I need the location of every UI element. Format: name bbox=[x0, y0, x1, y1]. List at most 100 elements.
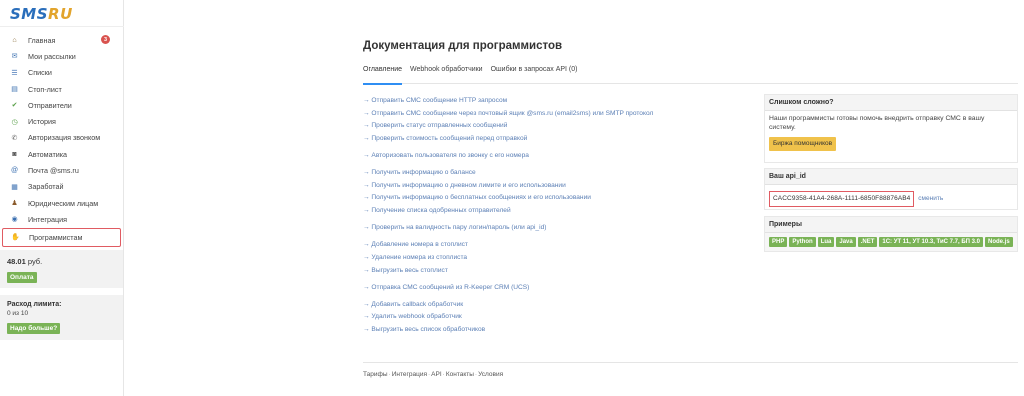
tab[interactable]: Ошибки в запросах API (0) bbox=[491, 64, 578, 84]
sidebar-item[interactable]: @ Почта @sms.ru bbox=[0, 162, 123, 178]
api-id-panel-title: Ваш api_id bbox=[765, 169, 1017, 185]
balance-amount: 48.01 руб. bbox=[7, 257, 116, 266]
footer-link[interactable]: Условия bbox=[478, 371, 503, 378]
doc-link[interactable]: → Получение списка одобренных отправител… bbox=[363, 205, 753, 218]
sidebar-item[interactable]: ✔ Отправители bbox=[0, 97, 123, 113]
sidebar-item-label: Интеграция bbox=[28, 214, 67, 224]
sidebar-item-label: Заработай bbox=[28, 182, 64, 192]
logo[interactable]: SMSRU bbox=[10, 5, 73, 23]
person-icon: ♟ bbox=[11, 200, 18, 208]
sidebar-item[interactable]: ✉ Мои рассылки bbox=[0, 48, 123, 64]
api-id-panel-body: CACC9358-41A4-268A-1111-6850F88876AB4 см… bbox=[765, 185, 1017, 209]
doc-link[interactable]: → Выгрузить весь стоплист bbox=[363, 265, 753, 278]
more-limit-button[interactable]: Надо больше? bbox=[7, 323, 61, 334]
footer-links: Тарифы·Интеграция·API·Контакты·Условия bbox=[363, 371, 503, 378]
doc-link[interactable]: → Получить информацию о балансе bbox=[363, 167, 753, 180]
home-icon: ⌂ bbox=[12, 36, 17, 44]
balance-value: 48.01 bbox=[7, 257, 26, 266]
doc-link[interactable]: → Отправка СМС сообщений из R-Keeper CRM… bbox=[363, 282, 753, 295]
footer-separator: · bbox=[428, 371, 431, 378]
example-button[interactable]: .NET bbox=[857, 237, 878, 247]
help-panel-body: Наши программисты готовы помочь внедрить… bbox=[765, 111, 1017, 162]
sidebar-item[interactable]: ◉ Интеграция bbox=[0, 211, 123, 227]
sidebar-item[interactable]: ☰ Списки bbox=[0, 65, 123, 81]
main-content: Документация для программистов Оглавлени… bbox=[363, 0, 1018, 396]
example-button[interactable]: Java bbox=[836, 237, 856, 247]
api-id-panel: Ваш api_id CACC9358-41A4-268A-1111-6850F… bbox=[764, 168, 1018, 210]
doc-link[interactable]: → Отправить СМС сообщение HTTP запросом bbox=[363, 95, 753, 108]
limit-box: Расход лимита: 0 из 10 Надо больше? bbox=[0, 295, 123, 340]
doc-link[interactable]: → Получить информацию о бесплатных сообщ… bbox=[363, 192, 753, 205]
help-panel-title: Слишком сложно? bbox=[765, 95, 1017, 111]
doc-link[interactable]: → Проверить статус отправленных сообщени… bbox=[363, 120, 753, 133]
sidebar-item[interactable]: ▤ Стоп-лист bbox=[0, 81, 123, 97]
tabs: Оглавление Webhook обработчики Ошибки в за… bbox=[363, 64, 1018, 85]
sidebar-item[interactable]: ▦ Заработай bbox=[0, 179, 123, 195]
tab[interactable]: Оглавление bbox=[363, 64, 403, 85]
doc-link[interactable]: → Проверить на валидность пару логин/пар… bbox=[363, 222, 753, 235]
sidebar-item[interactable]: ♟ Юридическим лицам bbox=[0, 195, 123, 211]
sidebar-item-label: Стоп-лист bbox=[28, 84, 62, 94]
sidebar: SMSRU ⌂ Главная 3 ✉ Мои рассылки ☰ Списки ▤ Стоп… bbox=[0, 0, 124, 396]
phone-icon: ✆ bbox=[11, 134, 18, 142]
doc-link[interactable]: → Удалить webhook обработчик bbox=[363, 311, 753, 324]
sidebar-item-label: Отправители bbox=[28, 100, 72, 110]
sidebar-item-label: Авторизация звонком bbox=[28, 133, 101, 143]
api-id-value[interactable]: CACC9358-41A4-268A-1111-6850F88876AB4 bbox=[769, 191, 915, 208]
footer-link[interactable]: Интеграция bbox=[392, 371, 427, 378]
doc-link[interactable]: → Получить информацию о дневном лимите и… bbox=[363, 180, 753, 193]
senders-icon: ✔ bbox=[11, 102, 18, 110]
help-panel: Слишком сложно? Наши программисты готовы… bbox=[764, 94, 1018, 163]
divider bbox=[0, 26, 124, 27]
footer-link[interactable]: Тарифы bbox=[363, 371, 388, 378]
sidebar-item[interactable]: ◙ Автоматика bbox=[0, 146, 123, 162]
at-icon: @ bbox=[10, 167, 19, 175]
examples-list: PHP Python Lua Java .NET 1С: УТ 11, УТ 10.3, … bbox=[765, 233, 1017, 251]
logo-accent: RU bbox=[48, 5, 73, 23]
tab[interactable]: Webhook обработчики bbox=[410, 64, 483, 84]
page-title: Документация для программистов bbox=[363, 40, 563, 52]
sidebar-nav: ⌂ Главная 3 ✉ Мои рассылки ☰ Списки ▤ Стоп-лист ✔… bbox=[0, 32, 123, 247]
example-button[interactable]: PHP bbox=[769, 237, 788, 247]
footer-link[interactable]: API bbox=[431, 371, 441, 378]
example-button[interactable]: Lua bbox=[817, 237, 835, 247]
history-icon: ◷ bbox=[11, 118, 18, 126]
earn-icon: ▦ bbox=[11, 183, 18, 191]
sidebar-item-label: Главная bbox=[28, 35, 56, 45]
footer-link[interactable]: Контакты bbox=[446, 371, 474, 378]
sidebar-item-label: Автоматика bbox=[28, 149, 68, 159]
notification-badge: 3 bbox=[101, 35, 110, 44]
helpers-exchange-button[interactable]: Биржа помощников bbox=[769, 136, 837, 152]
doc-link[interactable]: → Проверить стоимость сообщений перед от… bbox=[363, 133, 753, 146]
doc-link[interactable]: → Авторизовать пользователя по звонку с … bbox=[363, 150, 753, 163]
footer-separator: · bbox=[442, 371, 445, 378]
docs-link-list: → Отправить СМС сообщение HTTP запросом →… bbox=[363, 95, 753, 337]
doc-link[interactable]: → Добавить callback обработчик bbox=[363, 299, 753, 312]
logo-text: SMS bbox=[10, 5, 49, 23]
sidebar-item[interactable]: ✆ Авторизация звонком bbox=[0, 130, 123, 146]
doc-link[interactable]: → Добавление номера в стоплист bbox=[363, 239, 753, 252]
robot-icon: ◙ bbox=[12, 150, 17, 158]
sidebar-item[interactable]: ✋ Программистам bbox=[2, 227, 121, 247]
example-button[interactable]: 1С: УТ 11, УТ 10.3, ТиС 7.7, БП 3.0 bbox=[879, 237, 983, 247]
footer-separator: · bbox=[388, 371, 391, 378]
stop-list-icon: ▤ bbox=[11, 86, 18, 94]
doc-link[interactable]: → Отправить СМС сообщение через почтовый… bbox=[363, 108, 753, 121]
balance-box: 48.01 руб. Оплата bbox=[0, 250, 123, 288]
pay-button[interactable]: Оплата bbox=[7, 272, 37, 283]
sidebar-item-label: Мои рассылки bbox=[28, 51, 76, 61]
sidebar-item[interactable]: ⌂ Главная 3 bbox=[0, 32, 123, 48]
example-button[interactable]: Python bbox=[789, 237, 816, 247]
doc-link[interactable]: → Удаление номера из стоплиста bbox=[363, 252, 753, 265]
footer-separator: · bbox=[474, 371, 478, 378]
sidebar-item[interactable]: ◷ История bbox=[0, 113, 123, 129]
examples-panel-title: Примеры bbox=[765, 217, 1017, 233]
sidebar-item-label: Юридическим лицам bbox=[28, 198, 99, 208]
balance-currency: руб. bbox=[27, 257, 43, 266]
sidebar-item-label: Списки bbox=[28, 68, 52, 78]
change-api-id-link[interactable]: сменить bbox=[918, 195, 943, 202]
doc-link[interactable]: → Выгрузить весь список обработчиков bbox=[363, 324, 753, 337]
example-button[interactable]: Node.js bbox=[984, 237, 1013, 247]
limit-title: Расход лимита: bbox=[7, 301, 62, 308]
integration-icon: ◉ bbox=[11, 216, 18, 224]
